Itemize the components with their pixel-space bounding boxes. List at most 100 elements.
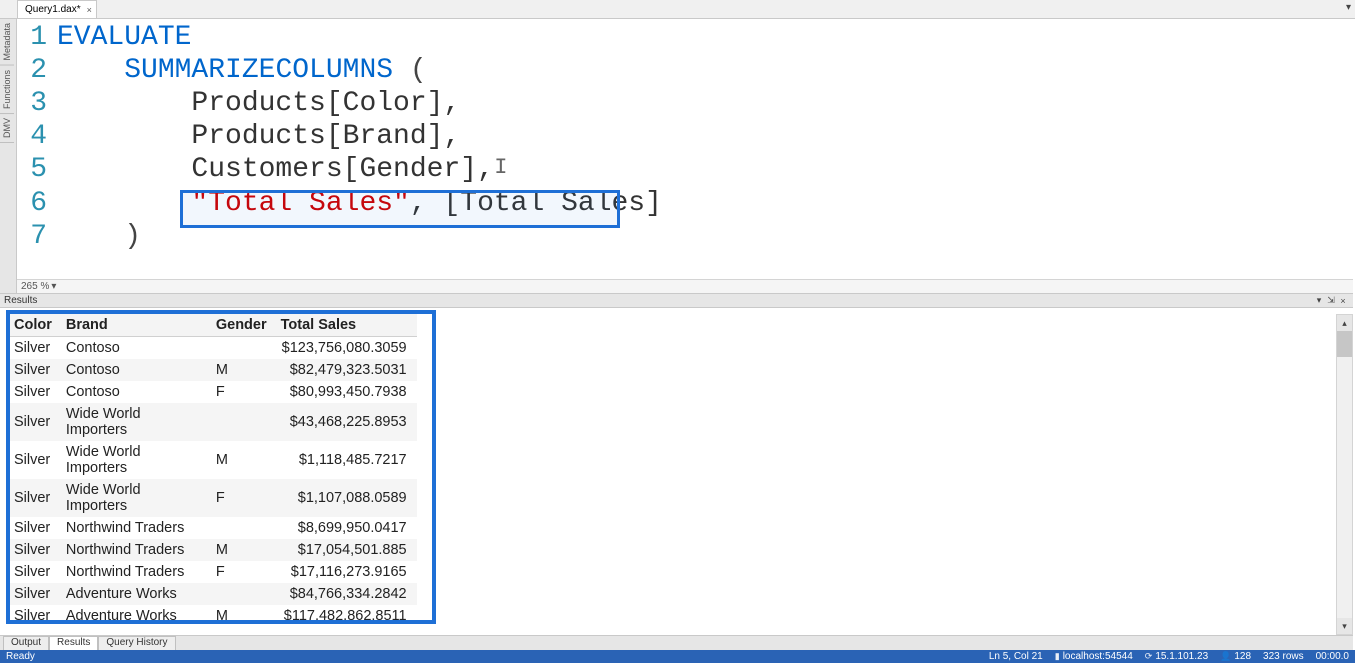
cell-sales: $8,699,950.0417 (277, 517, 417, 539)
table-row[interactable]: SilverAdventure WorksM$117,482,862.8511 (10, 605, 417, 627)
col-header-brand[interactable]: Brand (62, 314, 212, 337)
fn-summarizecolumns: SUMMARIZECOLUMNS (124, 55, 393, 86)
cell-sales: $80,993,450.7938 (277, 381, 417, 403)
close-tab-icon[interactable]: × (87, 5, 92, 15)
measure-ref: [Total Sales] (443, 188, 661, 219)
gutter-7: 7 (17, 220, 57, 253)
scroll-thumb[interactable] (1337, 331, 1352, 357)
side-tab-dmv[interactable]: DMV (0, 114, 14, 143)
zoom-level[interactable]: 265 % (21, 281, 49, 292)
cell-brand: Adventure Works (62, 583, 212, 605)
cell-gender (212, 337, 277, 360)
table-row[interactable]: SilverNorthwind TradersM$17,054,501.885 (10, 539, 417, 561)
side-tab-functions[interactable]: Functions (0, 66, 14, 114)
side-tab-rail: Metadata Functions DMV (0, 19, 17, 293)
cell-brand: Contoso (62, 359, 212, 381)
results-panel-header: Results ▾ ⇲ × (0, 294, 1353, 308)
cell-color: Silver (10, 479, 62, 517)
code-line-3: Products[Color], (57, 87, 460, 120)
code-area[interactable]: 1EVALUATE 2 SUMMARIZECOLUMNS ( 3 Product… (17, 19, 1353, 253)
gutter-1: 1 (17, 21, 57, 54)
gutter-5: 5 (17, 153, 57, 187)
results-grid-viewport: Color Brand Gender Total Sales SilverCon… (0, 308, 1353, 635)
cell-sales: $117,482,862.8511 (277, 605, 417, 627)
cell-brand: Northwind Traders (62, 517, 212, 539)
code-editor[interactable]: 1EVALUATE 2 SUMMARIZECOLUMNS ( 3 Product… (17, 19, 1353, 293)
cell-color: Silver (10, 337, 62, 360)
status-elapsed: 00:00.0 (1316, 651, 1349, 662)
cell-gender (212, 403, 277, 441)
cell-color: Silver (10, 583, 62, 605)
col-header-color[interactable]: Color (10, 314, 62, 337)
cell-sales: $17,116,273.9165 (277, 561, 417, 583)
cell-brand: Northwind Traders (62, 561, 212, 583)
status-user: 128 (1234, 651, 1251, 662)
cell-gender: M (212, 605, 277, 627)
tab-output[interactable]: Output (3, 636, 49, 650)
code-line-4: Products[Brand], (57, 120, 460, 153)
table-row[interactable]: SilverNorthwind Traders$8,699,950.0417 (10, 517, 417, 539)
side-tab-metadata[interactable]: Metadata (0, 19, 14, 66)
col-header-total-sales[interactable]: Total Sales (277, 314, 417, 337)
cell-brand: Northwind Traders (62, 539, 212, 561)
cell-brand: Contoso (62, 381, 212, 403)
gutter-3: 3 (17, 87, 57, 120)
results-tab-bar: Output Results Query History (0, 635, 1353, 650)
cell-gender: F (212, 561, 277, 583)
cell-color: Silver (10, 605, 62, 627)
panel-close-icon[interactable]: × (1337, 296, 1349, 306)
status-version: 15.1.101.23 (1155, 651, 1208, 662)
tab-popup-icon[interactable]: ▾ (1346, 2, 1351, 13)
cell-brand: Contoso (62, 337, 212, 360)
table-row[interactable]: SilverWide World ImportersF$1,107,088.05… (10, 479, 417, 517)
panel-pin-icon[interactable]: ⇲ (1325, 295, 1337, 306)
table-row[interactable]: SilverWide World Importers$43,468,225.89… (10, 403, 417, 441)
document-tab-strip: Query1.dax* × ▾ (0, 0, 1355, 19)
cell-sales: $1,107,088.0589 (277, 479, 417, 517)
tab-query-history[interactable]: Query History (98, 636, 175, 650)
cell-brand: Wide World Importers (62, 479, 212, 517)
file-tab[interactable]: Query1.dax* × (17, 0, 97, 18)
text-cursor-icon: I (494, 151, 508, 184)
tab-results[interactable]: Results (49, 636, 98, 650)
panel-options-icon[interactable]: ▾ (1313, 295, 1325, 306)
col-header-gender[interactable]: Gender (212, 314, 277, 337)
cell-color: Silver (10, 359, 62, 381)
results-panel-title: Results (4, 295, 1313, 306)
code-line-5: Customers[Gender], (57, 154, 494, 185)
table-row[interactable]: SilverAdventure Works $84,766,334.2842 (10, 583, 417, 605)
zoom-dropdown-icon[interactable]: ▾ (51, 281, 56, 292)
results-vertical-scrollbar[interactable]: ▴ ▾ (1336, 314, 1353, 635)
server-icon: ▮ (1055, 651, 1060, 662)
scroll-up-button[interactable]: ▴ (1337, 315, 1352, 331)
status-bar: Ready Ln 5, Col 21 ▮localhost:54544 ⟳15.… (0, 650, 1355, 663)
string-literal: "Total Sales" (191, 188, 409, 219)
status-cursor-pos: Ln 5, Col 21 (989, 651, 1043, 662)
status-server: localhost:54544 (1063, 651, 1133, 662)
results-grid[interactable]: Color Brand Gender Total Sales SilverCon… (10, 314, 417, 627)
kw-evaluate: EVALUATE (57, 22, 191, 53)
cell-sales: $123,756,080.3059 (277, 337, 417, 360)
cell-sales: $82,479,323.5031 (277, 359, 417, 381)
table-row[interactable]: SilverContosoM$82,479,323.5031 (10, 359, 417, 381)
scroll-down-button[interactable]: ▾ (1337, 618, 1352, 634)
table-row[interactable]: SilverContosoF$80,993,450.7938 (10, 381, 417, 403)
database-icon: ⟳ (1145, 651, 1153, 662)
cell-brand: Wide World Importers (62, 403, 212, 441)
table-row[interactable]: SilverNorthwind TradersF$17,116,273.9165 (10, 561, 417, 583)
table-row[interactable]: SilverContoso $123,756,080.3059 (10, 337, 417, 360)
cell-color: Silver (10, 441, 62, 479)
results-panel: Results ▾ ⇲ × Color Brand Gender Total S… (0, 293, 1353, 650)
cell-gender: F (212, 381, 277, 403)
cell-sales: $17,054,501.885 (277, 539, 417, 561)
user-icon: 👤 (1220, 651, 1231, 662)
code-line-7: ) (57, 220, 141, 253)
cell-brand: Adventure Works (62, 605, 212, 627)
cell-sales: $84,766,334.2842 (277, 583, 417, 605)
cell-gender: F (212, 479, 277, 517)
cell-sales: $1,118,485.7217 (277, 441, 417, 479)
gutter-2: 2 (17, 54, 57, 87)
cell-color: Silver (10, 561, 62, 583)
cell-color: Silver (10, 539, 62, 561)
table-row[interactable]: SilverWide World ImportersM$1,118,485.72… (10, 441, 417, 479)
